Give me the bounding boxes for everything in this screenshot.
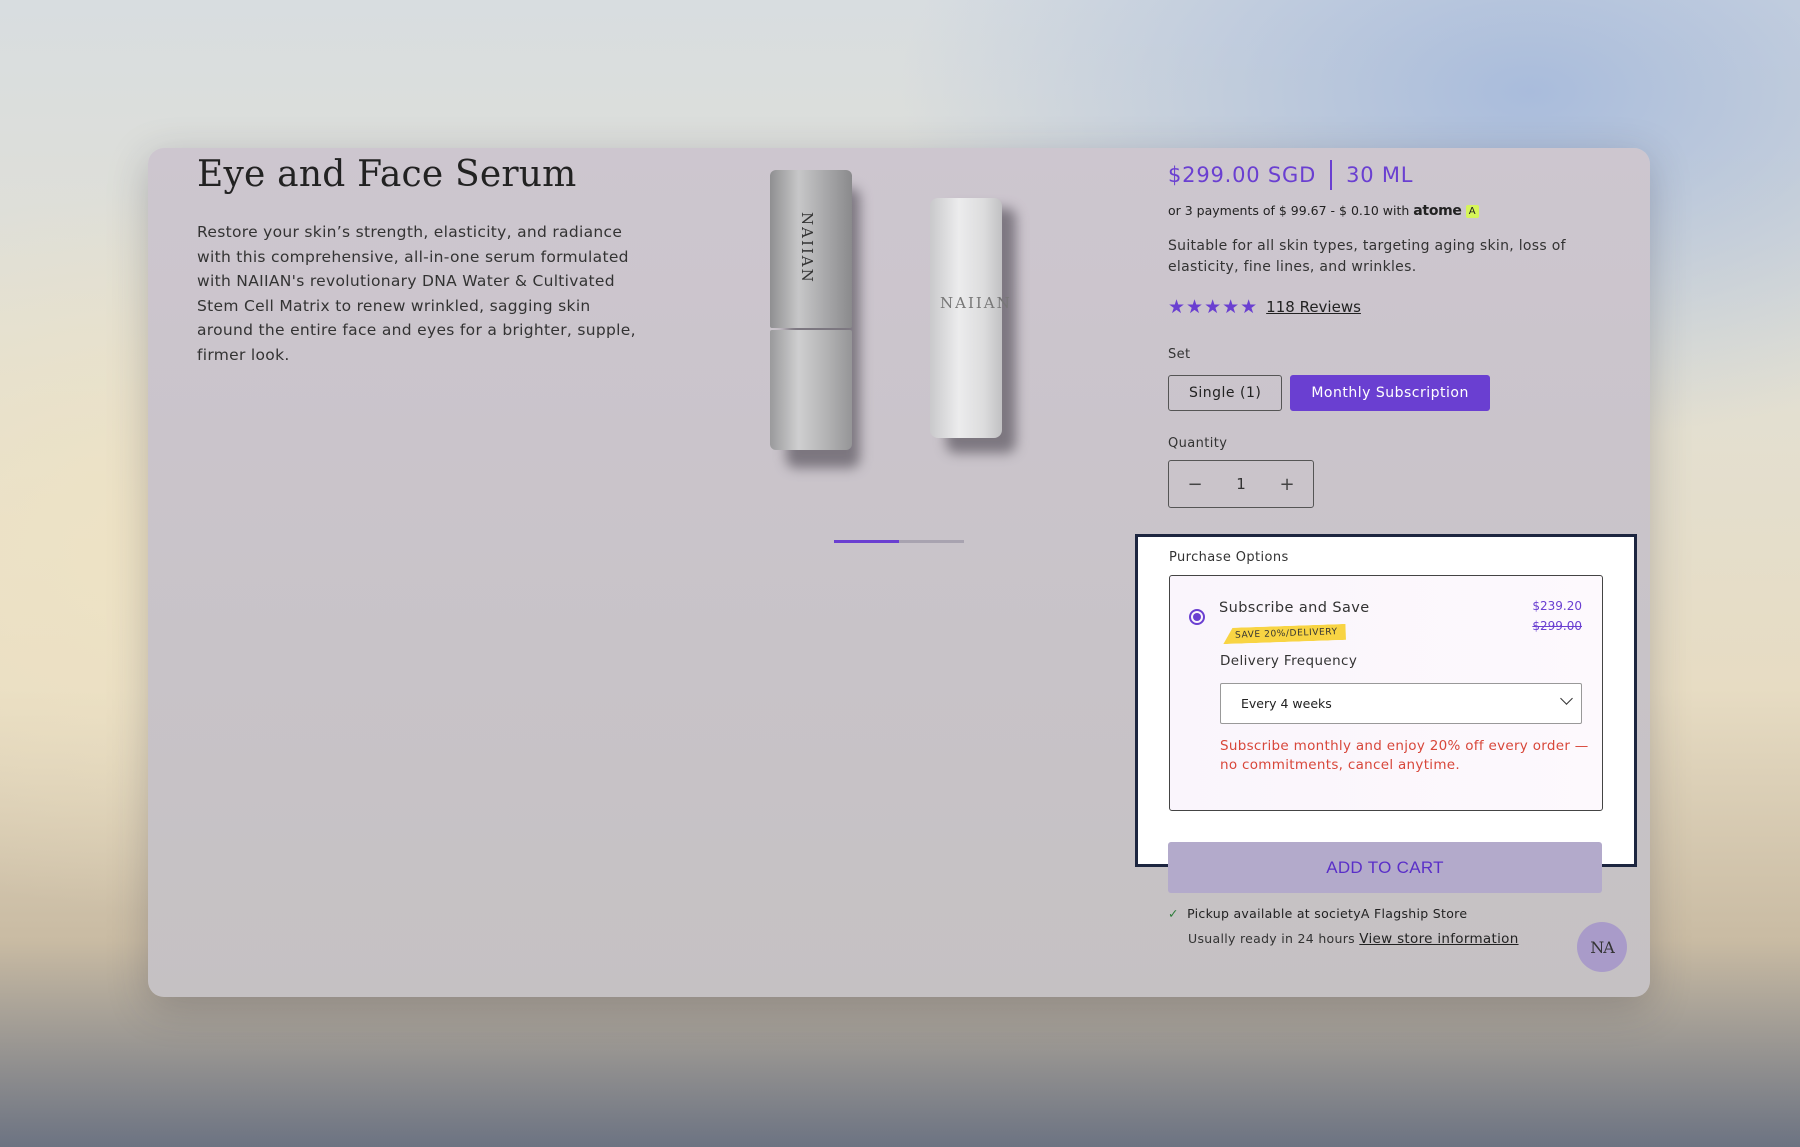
image-slider-progress[interactable]: [834, 540, 964, 543]
pickup-store: societyA Flagship Store: [1314, 906, 1468, 921]
quantity-stepper: − 1 +: [1168, 460, 1314, 508]
subscribe-option[interactable]: Subscribe and Save $239.20 $299.00 SAVE …: [1169, 575, 1603, 811]
bottle-logo: NAIIAN: [940, 294, 1012, 312]
product-title: Eye and Face Serum: [197, 154, 577, 195]
installments-text: or 3 payments of $ 99.67 - $ 0.10 with: [1168, 203, 1410, 218]
subscription-note: Subscribe monthly and enjoy 20% off ever…: [1220, 738, 1589, 773]
quantity-input[interactable]: 1: [1236, 475, 1246, 493]
atome-icon: A: [1465, 205, 1479, 218]
price-divider: [1330, 160, 1333, 190]
star-rating-icon: ★★★★★: [1168, 296, 1259, 318]
bottle-logo: NAIIAN: [798, 212, 816, 284]
product-description: Restore your skin’s strength, elasticity…: [197, 223, 636, 364]
image-slider-progress-fill: [834, 540, 899, 543]
reviews-link[interactable]: 118 Reviews: [1266, 298, 1361, 316]
product-image[interactable]: NAIIAN NAIIAN: [760, 170, 1090, 490]
subscribe-title: Subscribe and Save: [1219, 600, 1370, 616]
set-options: Single (1) Monthly Subscription: [1168, 375, 1490, 411]
quantity-decrease-button[interactable]: −: [1185, 474, 1205, 495]
set-option-single[interactable]: Single (1): [1168, 375, 1283, 411]
product-card: Eye and Face Serum Restore your skin’s s…: [148, 148, 1650, 997]
check-icon: ✓: [1168, 906, 1179, 921]
original-price: $299.00: [1532, 619, 1582, 633]
chat-launcher-button[interactable]: NA: [1577, 922, 1627, 972]
purchase-options-title: Purchase Options: [1169, 550, 1289, 565]
delivery-frequency-label: Delivery Frequency: [1220, 653, 1358, 669]
save-badge: SAVE 20%/DELIVERY: [1223, 624, 1346, 644]
quantity-increase-button[interactable]: +: [1277, 474, 1297, 495]
ready-text: Usually ready in 24 hours: [1188, 931, 1355, 946]
quantity-label: Quantity: [1168, 436, 1228, 451]
pickup-text: Pickup available at: [1187, 906, 1311, 921]
ready-info: Usually ready in 24 hours View store inf…: [1188, 931, 1519, 947]
rating: ★★★★★ 118 Reviews: [1168, 296, 1361, 318]
set-option-monthly-subscription[interactable]: Monthly Subscription: [1290, 375, 1490, 411]
product-price: $299.00 SGD: [1168, 163, 1317, 187]
delivery-frequency-value: Every 4 weeks: [1241, 696, 1332, 711]
delivery-frequency-select[interactable]: Every 4 weeks: [1220, 683, 1582, 724]
product-size: 30 ML: [1346, 163, 1414, 187]
pickup-info: ✓ Pickup available at societyA Flagship …: [1168, 906, 1467, 921]
brand-logo-icon: NA: [1590, 937, 1615, 957]
installments-info: or 3 payments of $ 99.67 - $ 0.10 with a…: [1168, 203, 1479, 219]
subscribe-price: $239.20: [1532, 599, 1582, 613]
add-to-cart-button[interactable]: ADD TO CART: [1168, 842, 1602, 893]
chevron-down-icon: [1560, 692, 1573, 705]
atome-logo[interactable]: atome: [1413, 203, 1462, 219]
skin-type-text: Suitable for all skin types, targeting a…: [1168, 238, 1566, 275]
view-store-information-link[interactable]: View store information: [1359, 931, 1518, 947]
purchase-options-panel: Purchase Options Subscribe and Save $239…: [1135, 534, 1637, 867]
serum-bottle: [930, 198, 1002, 438]
bottle-body: [770, 330, 852, 450]
price-row: $299.00 SGD 30 ML: [1168, 160, 1413, 190]
set-label: Set: [1168, 347, 1191, 362]
subscribe-radio[interactable]: [1189, 609, 1205, 625]
